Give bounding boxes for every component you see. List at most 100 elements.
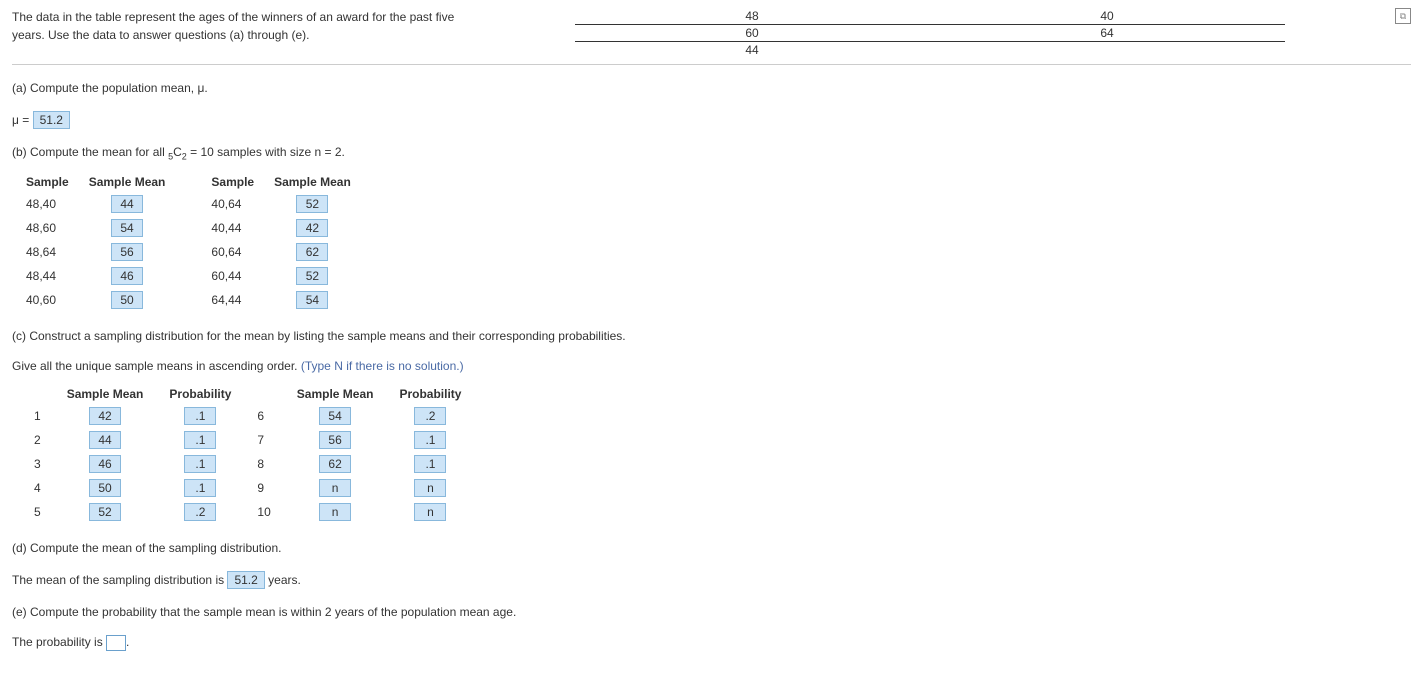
row-index: 8: [245, 453, 282, 475]
part-d-post: years.: [265, 573, 301, 587]
data-cell: 60: [575, 25, 930, 42]
col-sample: Sample: [181, 173, 268, 191]
dist-mean-input[interactable]: 62: [319, 455, 351, 473]
samples-table: Sample Sample Mean Sample Sample Mean 48…: [20, 171, 367, 313]
dist-mean-value-input[interactable]: 51.2: [227, 571, 264, 589]
sample-cell: 64,44: [181, 289, 268, 311]
part-c-prompt: (c) Construct a sampling distribution fo…: [12, 329, 1411, 343]
dist-mean-input[interactable]: 44: [89, 431, 121, 449]
row-index: 3: [22, 453, 53, 475]
part-d-answer-line: The mean of the sampling distribution is…: [12, 571, 1411, 589]
sample-cell: 48,64: [22, 241, 83, 263]
table-row: 2 44 .1 7 56 .1: [22, 429, 473, 451]
dist-prob-input[interactable]: .1: [184, 455, 216, 473]
popout-icon[interactable]: ⧉: [1395, 8, 1411, 24]
row-index: 2: [22, 429, 53, 451]
dist-mean-input[interactable]: n: [319, 503, 351, 521]
table-row: 48,40 44 40,64 52: [22, 193, 365, 215]
data-table: 48 40 60 64 44: [575, 8, 1285, 58]
col-sample-mean: Sample Mean: [55, 385, 156, 403]
sample-cell: 40,60: [22, 289, 83, 311]
dist-prob-input[interactable]: .1: [184, 479, 216, 497]
col-sample: Sample: [22, 173, 83, 191]
table-row: 5 52 .2 10 n n: [22, 501, 473, 523]
mean-input[interactable]: 54: [296, 291, 328, 309]
dist-prob-input[interactable]: .1: [184, 431, 216, 449]
data-cell: 44: [575, 42, 930, 59]
mean-input[interactable]: 52: [296, 267, 328, 285]
sample-cell: 60,44: [181, 265, 268, 287]
top-section: The data in the table represent the ages…: [12, 8, 1411, 65]
sample-cell: 48,44: [22, 265, 83, 287]
dist-mean-input[interactable]: 52: [89, 503, 121, 521]
table-row: 48,60 54 40,44 42: [22, 217, 365, 239]
intro-text: The data in the table represent the ages…: [12, 8, 472, 44]
row-index: 10: [245, 501, 282, 523]
mu-label: μ =: [12, 113, 29, 127]
dist-mean-input[interactable]: 56: [319, 431, 351, 449]
dist-mean-input[interactable]: 46: [89, 455, 121, 473]
part-d-prompt: (d) Compute the mean of the sampling dis…: [12, 541, 1411, 555]
mu-input[interactable]: 51.2: [33, 111, 70, 129]
mean-input[interactable]: 44: [111, 195, 143, 213]
dist-mean-input[interactable]: n: [319, 479, 351, 497]
row-index: 9: [245, 477, 282, 499]
sample-cell: 48,60: [22, 217, 83, 239]
mean-cell: 52: [270, 193, 365, 215]
dist-prob-input[interactable]: n: [414, 479, 446, 497]
instr-hint: (Type N if there is no solution.): [301, 359, 464, 373]
col-probability: Probability: [157, 385, 243, 403]
data-cell: 64: [930, 25, 1285, 42]
data-cell: [930, 42, 1285, 59]
dist-prob-input[interactable]: .2: [414, 407, 446, 425]
col-sample-mean: Sample Mean: [285, 385, 386, 403]
table-row: 4 50 .1 9 n n: [22, 477, 473, 499]
row-index: 7: [245, 429, 282, 451]
mean-cell: 44: [85, 193, 180, 215]
dist-mean-input[interactable]: 42: [89, 407, 121, 425]
mean-input[interactable]: 62: [296, 243, 328, 261]
dist-prob-input[interactable]: n: [414, 503, 446, 521]
row-index: 5: [22, 501, 53, 523]
part-e-pre: The probability is: [12, 636, 106, 650]
mean-input[interactable]: 54: [111, 219, 143, 237]
dist-mean-input[interactable]: 50: [89, 479, 121, 497]
part-c-instruction: Give all the unique sample means in asce…: [12, 359, 1411, 373]
sample-cell: 48,40: [22, 193, 83, 215]
sample-cell: 40,64: [181, 193, 268, 215]
dist-prob-input[interactable]: .1: [414, 455, 446, 473]
comb-symbol: C: [173, 145, 182, 159]
data-cell: 40: [930, 8, 1285, 25]
dist-prob-input[interactable]: .1: [184, 407, 216, 425]
sample-cell: 40,44: [181, 217, 268, 239]
part-e-post: .: [126, 636, 129, 650]
part-a-answer-line: μ = 51.2: [12, 111, 1411, 129]
part-b-prompt: (b) Compute the mean for all 5C2 = 10 sa…: [12, 145, 1411, 161]
sample-cell: 60,64: [181, 241, 268, 263]
dist-prob-input[interactable]: .2: [184, 503, 216, 521]
row-index: 1: [22, 405, 53, 427]
mean-input[interactable]: 46: [111, 267, 143, 285]
col-sample-mean: Sample Mean: [270, 173, 365, 191]
table-row: 48,44 46 60,44 52: [22, 265, 365, 287]
table-row: 40,60 50 64,44 54: [22, 289, 365, 311]
col-sample-mean: Sample Mean: [85, 173, 180, 191]
part-a-prompt: (a) Compute the population mean, μ.: [12, 81, 1411, 95]
dist-prob-input[interactable]: .1: [414, 431, 446, 449]
part-b-text-pre: (b) Compute the mean for all: [12, 145, 168, 159]
probability-input[interactable]: [106, 635, 126, 651]
mean-input[interactable]: 50: [111, 291, 143, 309]
data-cell: 48: [575, 8, 930, 25]
mean-input[interactable]: 42: [296, 219, 328, 237]
row-index: 4: [22, 477, 53, 499]
part-b-text-post: = 10 samples with size n = 2.: [187, 145, 345, 159]
mean-input[interactable]: 52: [296, 195, 328, 213]
col-probability: Probability: [387, 385, 473, 403]
row-index: 6: [245, 405, 282, 427]
distribution-table: Sample Mean Probability Sample Mean Prob…: [20, 383, 475, 525]
mean-input[interactable]: 56: [111, 243, 143, 261]
table-row: 1 42 .1 6 54 .2: [22, 405, 473, 427]
part-d-pre: The mean of the sampling distribution is: [12, 573, 227, 587]
dist-mean-input[interactable]: 54: [319, 407, 351, 425]
data-table-wrap: 48 40 60 64 44: [472, 8, 1387, 58]
